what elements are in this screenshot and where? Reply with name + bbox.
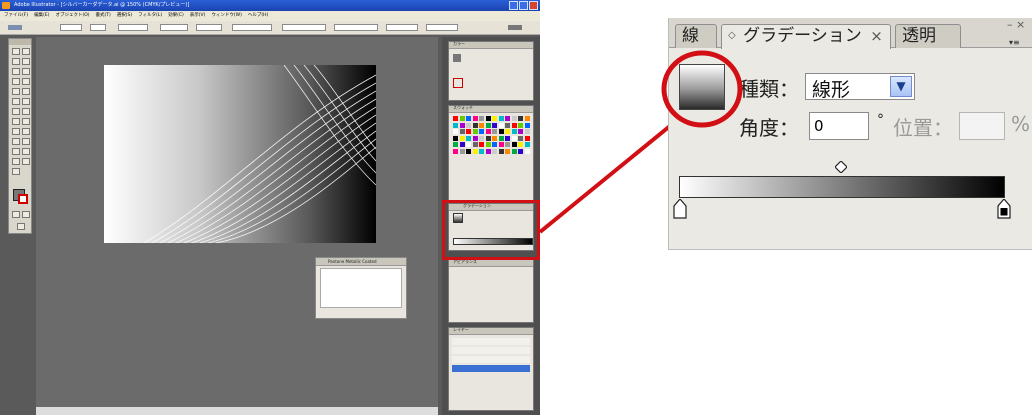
callout-circle-layer <box>661 50 743 128</box>
callout-circle <box>661 50 743 128</box>
